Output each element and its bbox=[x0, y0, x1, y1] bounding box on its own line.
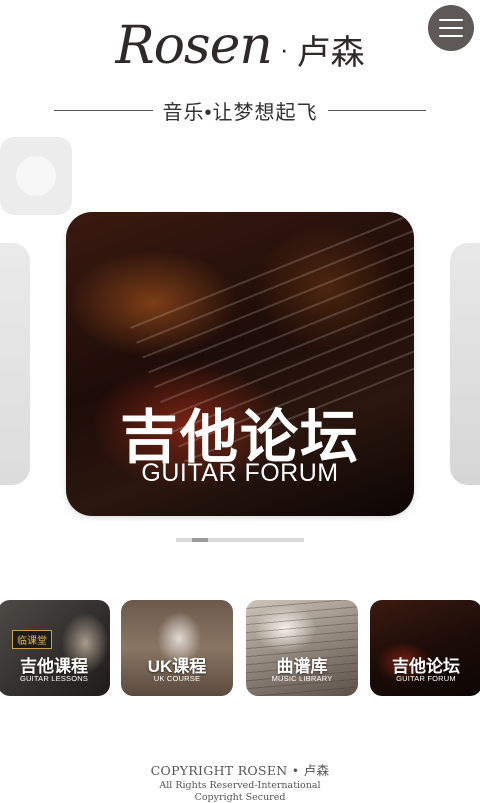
logo-latin-text: Rosen bbox=[115, 16, 272, 76]
footer-rights-line-2: Copyright Secured bbox=[194, 792, 286, 803]
footer-rights-line-1: All Rights Reserved-International bbox=[159, 780, 321, 791]
thumbnail-uk-course[interactable]: UK课程 UK COURSE bbox=[121, 600, 233, 696]
footer-copyright: COPYRIGHT ROSEN • 卢森 bbox=[150, 763, 330, 778]
hamburger-menu-icon-bar bbox=[439, 27, 463, 29]
slogan-divider-left bbox=[54, 109, 153, 111]
hamburger-menu-icon-bar bbox=[439, 35, 463, 37]
carousel-pagination-active bbox=[192, 538, 208, 542]
carousel-card-subtitle: GUITAR FORUM bbox=[141, 459, 339, 487]
logo-chinese-text: 卢森 bbox=[296, 32, 365, 73]
carousel-card-active[interactable]: 吉他论坛 GUITAR FORUM bbox=[66, 212, 414, 516]
carousel-card-prev[interactable] bbox=[0, 243, 30, 485]
carousel-card-next[interactable] bbox=[450, 243, 480, 485]
footer: COPYRIGHT ROSEN • 卢森 All Rights Reserved… bbox=[0, 760, 480, 803]
thumbnail-subtitle: MUSIC LIBRARY bbox=[271, 674, 333, 683]
menu-button[interactable] bbox=[428, 5, 474, 51]
carousel-card-faded-top[interactable] bbox=[0, 137, 72, 215]
slogan: 音乐•让梦想起飞 bbox=[54, 96, 427, 124]
thumbnail-subtitle: UK COURSE bbox=[153, 674, 201, 683]
logo-separator: · bbox=[279, 33, 289, 64]
faded-card-decoration bbox=[16, 156, 56, 196]
brand-logo[interactable]: Rosen · 卢森 bbox=[80, 12, 400, 80]
thumbnail-guitar-lessons[interactable]: 临课堂 吉他课程 GUITAR LESSONS bbox=[0, 600, 110, 696]
thumbnail-subtitle: GUITAR FORUM bbox=[396, 674, 456, 683]
hamburger-menu-icon bbox=[439, 19, 463, 21]
thumbnail-music-library[interactable]: 曲谱库 MUSIC LIBRARY bbox=[246, 600, 358, 696]
slogan-divider-right bbox=[327, 109, 427, 111]
carousel-pagination[interactable] bbox=[176, 538, 304, 542]
slogan-text: 音乐•让梦想起飞 bbox=[162, 101, 318, 124]
thumbnail-subtitle: GUITAR LESSONS bbox=[19, 674, 89, 683]
thumbnail-tag: 临课堂 bbox=[12, 630, 52, 649]
thumbnail-guitar-forum[interactable]: 吉他论坛 GUITAR FORUM bbox=[370, 600, 480, 696]
